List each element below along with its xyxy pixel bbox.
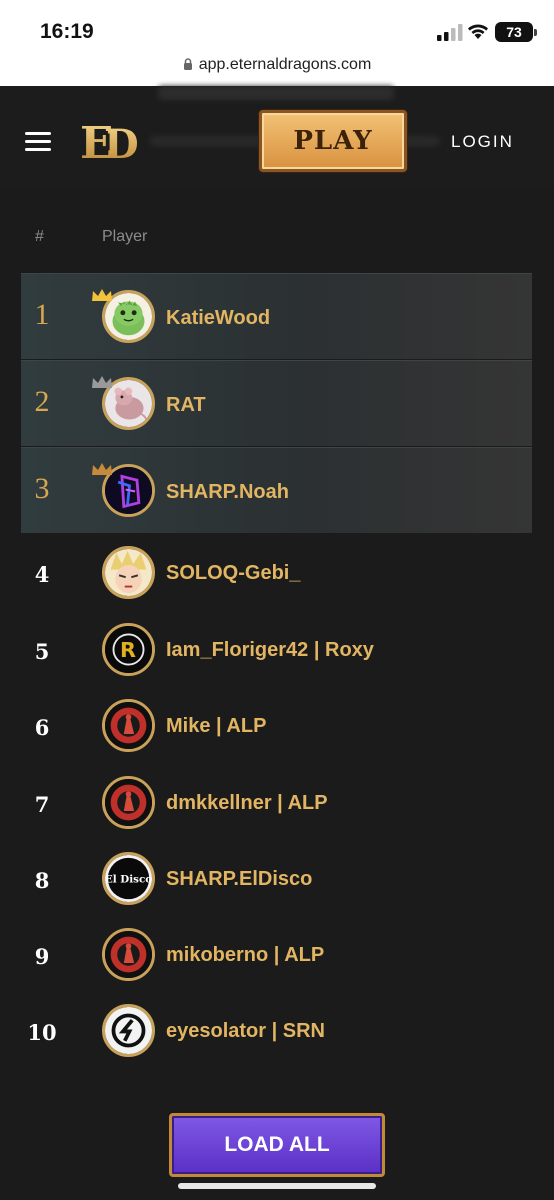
silver-crown-icon [92, 376, 112, 388]
leaderboard-row[interactable]: 8 El Disco SHARP.ElDisco [21, 852, 532, 912]
blurred-title [158, 86, 394, 100]
home-indicator[interactable] [178, 1183, 376, 1189]
player-name[interactable]: eyesolator | SRN [166, 1020, 325, 1043]
player-name[interactable]: mikoberno | ALP [166, 944, 324, 967]
player-name[interactable]: Iam_Floriger42 | Roxy [166, 639, 374, 662]
rank-number: 9 [34, 944, 50, 969]
url-bar[interactable]: app.eternaldragons.com [0, 56, 554, 74]
svg-text:D: D [104, 121, 139, 168]
rank-number: 10 [27, 1020, 57, 1045]
status-time: 16:19 [40, 20, 94, 43]
leaderboard-row[interactable]: 3 SHARP.Noah [21, 447, 532, 533]
rank-number: 8 [34, 868, 50, 893]
alpine-hunters-avatar [102, 928, 155, 981]
anime-avatar [102, 546, 155, 599]
leaderboard-row[interactable]: 9 mikoberno | ALP [21, 928, 532, 988]
alpine-hunters-avatar [102, 776, 155, 829]
leaderboard-row[interactable]: 4 SOLOQ-Gebi_ [21, 546, 532, 606]
lock-icon [183, 58, 192, 70]
play-button[interactable]: PLAY [259, 110, 407, 172]
player-name[interactable]: SHARP.Noah [166, 481, 289, 504]
srn-logo-avatar [102, 1004, 155, 1057]
status-bar: 16:19 73 app.eternaldragons.com [0, 0, 554, 86]
gold-crown-icon [92, 289, 112, 301]
menu-icon[interactable] [25, 132, 51, 152]
battery-icon: 73 [495, 22, 537, 42]
rank-number: 5 [34, 639, 50, 664]
rank-column-header: # [35, 228, 44, 245]
player-name[interactable]: KatieWood [166, 307, 270, 330]
rank-number: 6 [34, 715, 50, 740]
rank-number: 2 [34, 385, 50, 418]
rank-number: 4 [34, 562, 50, 587]
leaderboard-row[interactable]: 10 eyesolator | SRN [21, 1004, 532, 1064]
leaderboard-row[interactable]: 7 dmkkellner | ALP [21, 776, 532, 836]
load-all-button[interactable]: LOAD ALL [169, 1113, 385, 1177]
rank-number: 7 [34, 792, 50, 817]
eternal-dragons-logo[interactable]: E D [76, 112, 140, 168]
leaderboard-row[interactable]: 2 RAT [21, 360, 532, 446]
cellular-signal-icon [437, 24, 463, 41]
login-link[interactable]: LOGIN [451, 132, 514, 152]
url-text: app.eternaldragons.com [198, 56, 372, 73]
bronze-crown-icon [92, 463, 112, 475]
wifi-icon [468, 24, 488, 39]
rank-number: 1 [34, 298, 50, 331]
el-disco-logo-text: El Disco [105, 873, 152, 885]
alpine-hunters-avatar [102, 699, 155, 752]
leaderboard-row[interactable]: 6 Mike | ALP [21, 699, 532, 759]
player-name[interactable]: dmkkellner | ALP [166, 792, 328, 815]
player-name[interactable]: Mike | ALP [166, 715, 266, 738]
player-column-header: Player [102, 228, 148, 245]
player-name[interactable]: SHARP.ElDisco [166, 868, 312, 891]
leaderboard-row[interactable]: 1 KatieWood [21, 273, 532, 359]
leaderboard-row[interactable]: 5 R Iam_Floriger42 | Roxy [21, 623, 532, 683]
r-logo-avatar: R [102, 623, 155, 676]
rank-number: 3 [34, 472, 50, 505]
svg-text:R: R [120, 638, 136, 662]
el-disco-avatar: El Disco [102, 852, 155, 905]
player-name[interactable]: SOLOQ-Gebi_ [166, 562, 300, 585]
site-header: E D PLAY LOGIN [0, 86, 554, 186]
player-name[interactable]: RAT [166, 394, 206, 417]
